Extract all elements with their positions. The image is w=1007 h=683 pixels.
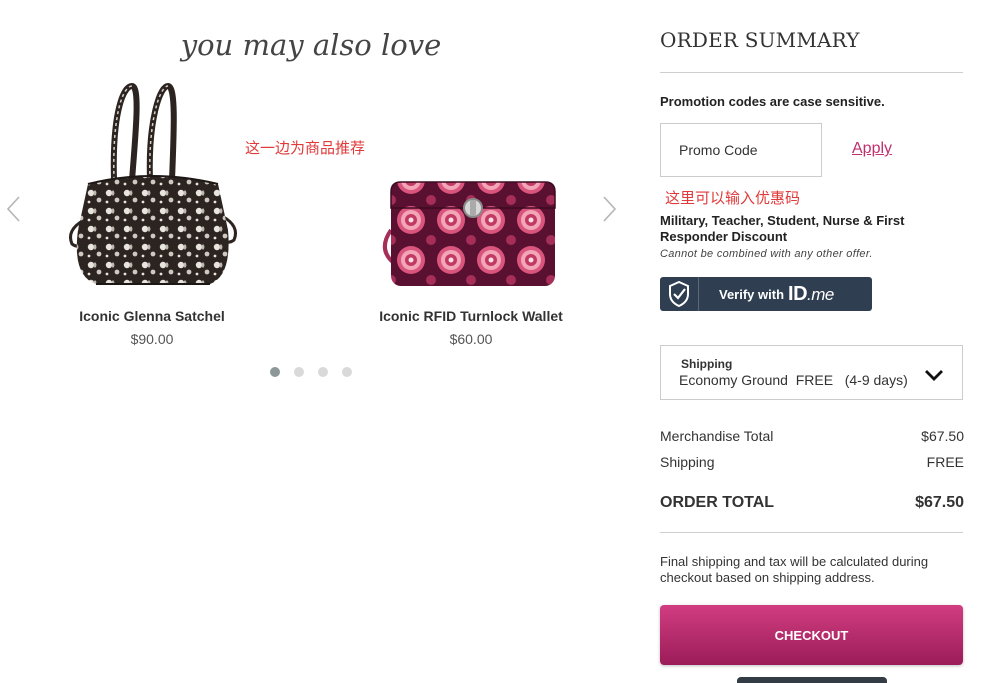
carousel-dot[interactable]	[270, 367, 280, 377]
shield-check-icon	[669, 281, 689, 307]
idme-logo-main: ID	[788, 282, 808, 305]
idme-logo-sub: .me	[807, 284, 834, 304]
promo-code-input[interactable]	[660, 123, 822, 177]
product-price: $90.00	[130, 331, 174, 347]
military-discount-note: Cannot be combined with any other offer.	[660, 248, 873, 260]
order-total-label: ORDER TOTAL	[660, 494, 775, 511]
order-summary-title: ORDER SUMMARY	[660, 28, 860, 52]
product-card[interactable]: Iconic RFID Turnlock Wallet $60.00	[351, 80, 591, 347]
divider	[660, 532, 963, 533]
product-price: $60.00	[449, 331, 493, 347]
product-name[interactable]: Iconic RFID Turnlock Wallet	[351, 308, 591, 324]
satchel-product-image[interactable]	[32, 80, 272, 292]
shipping-method-select[interactable]: Shipping Economy Ground FREE (4-9 days)	[660, 345, 963, 400]
carousel-next-button[interactable]	[599, 196, 619, 222]
chevron-down-icon	[925, 370, 943, 381]
chevron-right-icon	[603, 196, 617, 222]
merchandise-total-label: Merchandise Total	[660, 428, 774, 444]
promo-annotation: 这里可以输入优惠码	[665, 189, 801, 207]
paypal-button[interactable]	[737, 677, 887, 683]
product-card[interactable]: Iconic Glenna Satchel $90.00	[32, 80, 272, 347]
product-name[interactable]: Iconic Glenna Satchel	[32, 308, 272, 324]
promo-note: Promotion codes are case sensitive.	[660, 94, 885, 109]
carousel-dot[interactable]	[318, 367, 328, 377]
shipping-method-value: Economy Ground FREE (4-9 days)	[679, 372, 908, 388]
idme-verify-text: Verify with	[719, 286, 785, 302]
idme-separator	[698, 277, 699, 311]
shipping-tax-note: Final shipping and tax will be calculate…	[660, 554, 929, 585]
carousel-dot[interactable]	[342, 367, 352, 377]
shipping-label: Shipping	[660, 454, 715, 470]
carousel-pagination	[270, 367, 352, 377]
order-total-value: $67.50	[915, 494, 964, 511]
wallet-product-image[interactable]	[351, 80, 591, 292]
apply-promo-link[interactable]: Apply	[852, 140, 892, 158]
chevron-left-icon	[6, 196, 20, 222]
verify-idme-button[interactable]: Verify with ID.me	[660, 277, 872, 311]
shipping-method-label: Shipping	[681, 357, 733, 371]
merchandise-total-value: $67.50	[921, 428, 964, 444]
carousel-prev-button[interactable]	[4, 196, 24, 222]
checkout-button[interactable]: CHECKOUT	[660, 605, 963, 665]
divider	[660, 72, 963, 73]
carousel-dot[interactable]	[294, 367, 304, 377]
military-discount-title: Military, Teacher, Student, Nurse & Firs…	[660, 213, 905, 244]
idme-logo: ID.me	[788, 283, 834, 306]
recommendations-title: you may also love	[180, 28, 442, 62]
shipping-value: FREE	[926, 454, 964, 470]
